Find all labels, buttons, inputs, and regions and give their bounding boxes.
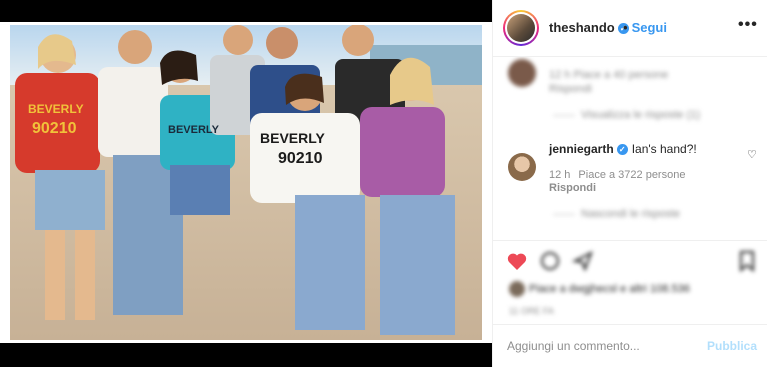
follow-button[interactable]: • Segui xyxy=(623,20,667,35)
comment-text: Ian's hand?! xyxy=(631,142,697,156)
reply-divider xyxy=(553,115,575,116)
follow-label[interactable]: Segui xyxy=(632,20,667,35)
comments-list: 12 h Piace a 40 persone Rispondi Visuali… xyxy=(493,57,767,240)
comment-username[interactable]: jenniegarth xyxy=(549,142,614,156)
post-date: 11 ORE FA xyxy=(509,306,554,316)
svg-text:90210: 90210 xyxy=(278,150,323,167)
commenter-avatar[interactable] xyxy=(508,59,536,87)
hide-replies-link[interactable]: Nascondi le risposte xyxy=(581,208,680,220)
verified-icon: ✓ xyxy=(616,144,628,155)
post-photo[interactable]: BEVERLY 90210 BEVERLY BEVERLY 90210 xyxy=(10,25,482,340)
beach-group-photo: BEVERLY 90210 BEVERLY BEVERLY 90210 xyxy=(10,25,482,340)
more-icon[interactable]: ••• xyxy=(738,16,758,34)
post-actions: Piace a dwgjhecsl e altri 108.536 11 ORE… xyxy=(493,240,767,324)
liker-avatar[interactable] xyxy=(509,281,525,297)
comment-likes[interactable]: Piace a 3722 persone xyxy=(578,169,685,181)
photo-frame: BEVERLY 90210 BEVERLY BEVERLY 90210 xyxy=(0,22,492,343)
add-comment-bar: Aggiungi un commento... Pubblica xyxy=(493,324,767,367)
svg-text:90210: 90210 xyxy=(32,120,77,137)
comment-reply-link[interactable]: Rispondi xyxy=(549,83,592,95)
svg-text:BEVERLY: BEVERLY xyxy=(168,124,220,136)
heart-icon[interactable] xyxy=(505,249,529,273)
likes-summary[interactable]: Piace a dwgjhecsl e altri 108.536 xyxy=(529,283,690,295)
reply-divider xyxy=(553,214,575,215)
post-sidebar: theshando ✓ • Segui ••• 12 h Piace a 40 pe… xyxy=(492,0,767,367)
comment-meta: 12 h Piace a 40 persone xyxy=(549,69,669,81)
comment-reply-link[interactable]: Rispondi xyxy=(549,182,596,194)
featured-comment: jenniegarth ✓ Ian's hand?! xyxy=(549,142,697,156)
svg-text:BEVERLY: BEVERLY xyxy=(260,130,326,146)
post-media-panel: BEVERLY 90210 BEVERLY BEVERLY 90210 xyxy=(0,0,492,367)
post-header: theshando ✓ • Segui ••• xyxy=(493,0,767,57)
view-replies-link[interactable]: Visualizza le risposte (1) xyxy=(581,109,700,121)
svg-text:BEVERLY: BEVERLY xyxy=(28,102,84,116)
comment-time: 12 h xyxy=(549,169,571,181)
bookmark-icon[interactable] xyxy=(735,249,759,273)
author-avatar[interactable] xyxy=(503,10,539,46)
jenniegarth-avatar[interactable] xyxy=(508,153,536,181)
share-icon[interactable] xyxy=(571,249,595,273)
author-username-text[interactable]: theshando xyxy=(549,20,615,35)
comment-input[interactable]: Aggiungi un commento... xyxy=(507,339,640,353)
comment-icon[interactable] xyxy=(538,249,562,273)
author-username[interactable]: theshando ✓ xyxy=(549,20,629,35)
comment-meta: 12 h Piace a 3722 persone xyxy=(549,169,693,181)
publish-button[interactable]: Pubblica xyxy=(707,339,757,353)
comment-like-icon[interactable]: ♡ xyxy=(747,148,757,161)
